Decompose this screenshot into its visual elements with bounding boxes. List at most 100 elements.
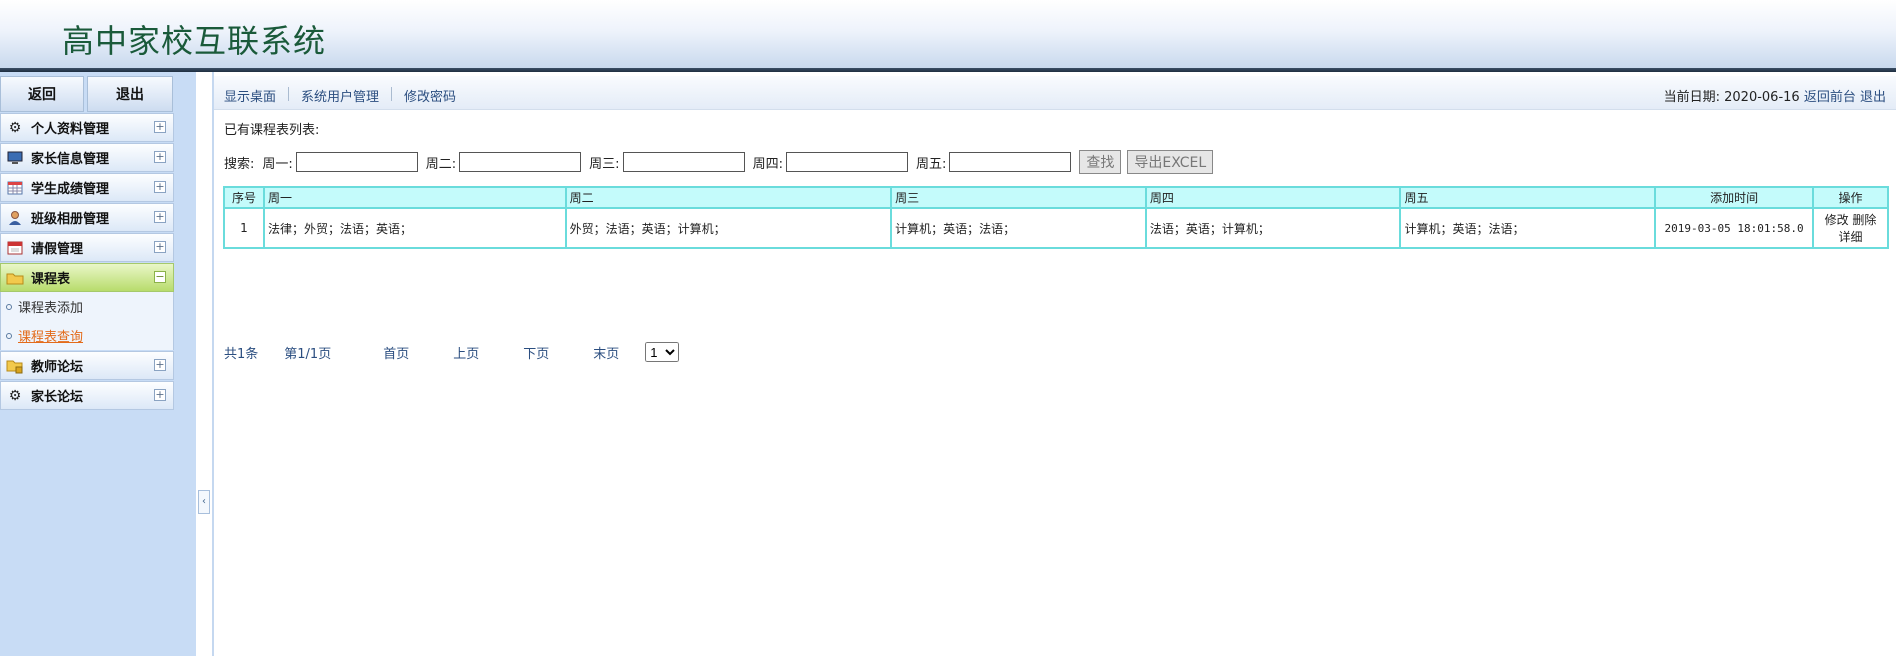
expand-icon[interactable]: +: [154, 151, 166, 163]
folder-lock-icon: [5, 357, 25, 375]
column-header: 操作: [1812, 186, 1889, 209]
column-header: 周三: [890, 186, 1147, 209]
sidebar-item-parent-forum[interactable]: ⚙ 家长论坛 +: [0, 381, 174, 410]
sidebar-collapse-handle[interactable]: ‹: [198, 490, 210, 514]
cell-wednesday: 计算机；英语；法语；: [890, 207, 1147, 249]
prev-page-link[interactable]: 上页: [453, 343, 479, 362]
search-wednesday-input[interactable]: [622, 152, 745, 172]
detail-link[interactable]: 详细: [1839, 230, 1863, 244]
pagination: 共1条 第1/1页 首页 上页 下页 末页 1: [224, 342, 680, 362]
column-header: 周五: [1399, 186, 1657, 209]
sidebar: 返回 退出 ⚙ 个人资料管理 + 家长信息管理 + 学生成绩管理 + 班级相册管…: [0, 72, 196, 656]
cell-actions: 修改 删除 详细: [1812, 207, 1889, 249]
cell-added-time: 2019-03-05 18:01:58.0: [1654, 207, 1815, 249]
search-bar: 搜索: 周一: 周二: 周三: 周四: 周五: 查找 导出EXCEL: [224, 150, 1219, 174]
sidebar-item-label: 家长论坛: [31, 390, 84, 405]
nav-separator: [288, 87, 290, 101]
find-button[interactable]: 查找: [1079, 150, 1122, 174]
calendar-icon: [5, 239, 25, 257]
edit-link[interactable]: 修改: [1825, 213, 1849, 227]
search-tuesday-input[interactable]: [459, 152, 582, 172]
expand-icon[interactable]: +: [154, 181, 166, 193]
sidebar-item-label: 教师论坛: [31, 360, 84, 375]
sub-item-schedule-add[interactable]: 课程表添加: [1, 292, 173, 321]
table-row: 1 法律；外贸；法语；英语； 外贸；法语；英语；计算机； 计算机；英语；法语； …: [223, 207, 1889, 249]
sidebar-item-profile[interactable]: ⚙ 个人资料管理 +: [0, 113, 174, 142]
expand-icon[interactable]: +: [154, 389, 166, 401]
sidebar-item-label: 班级相册管理: [31, 212, 110, 227]
sidebar-item-label: 家长信息管理: [31, 152, 110, 167]
logout-link[interactable]: 退出: [1860, 90, 1886, 105]
total-count: 共1条: [224, 346, 259, 362]
cell-tuesday: 外贸；法语；英语；计算机；: [564, 207, 893, 249]
column-header: 周一: [262, 186, 567, 209]
cell-monday: 法律；外贸；法语；英语；: [262, 207, 567, 249]
sidebar-item-parents[interactable]: 家长信息管理 +: [0, 143, 174, 172]
first-page-link[interactable]: 首页: [383, 343, 409, 362]
schedule-table: 序号 周一 周二 周三 周四 周五 添加时间 操作 1 法律；外贸；法语；英语；…: [223, 186, 1889, 249]
last-page-link[interactable]: 末页: [593, 343, 619, 362]
sidebar-item-label: 学生成绩管理: [31, 182, 110, 197]
sidebar-item-teacher-forum[interactable]: 教师论坛 +: [0, 351, 174, 380]
gear-icon: ⚙: [8, 119, 22, 136]
next-page-link[interactable]: 下页: [523, 343, 549, 362]
expand-icon[interactable]: +: [154, 211, 166, 223]
cell-index: 1: [223, 207, 265, 249]
table-header-row: 序号 周一 周二 周三 周四 周五 添加时间 操作: [223, 186, 1889, 209]
logout-button[interactable]: 退出: [87, 76, 173, 112]
monitor-icon: [5, 149, 25, 167]
search-friday-input[interactable]: [949, 152, 1072, 172]
nav-show-desktop[interactable]: 显示桌面: [224, 86, 276, 105]
back-button[interactable]: 返回: [0, 76, 84, 112]
list-title: 已有课程表列表:: [224, 123, 320, 138]
main-content: 显示桌面 系统用户管理 修改密码 当前日期: 2020-06-16 返回前台 退…: [214, 72, 1896, 656]
calendar-icon: [5, 179, 25, 197]
top-nav: 显示桌面 系统用户管理 修改密码 当前日期: 2020-06-16 返回前台 退…: [214, 76, 1896, 110]
delete-link[interactable]: 删除: [1852, 213, 1876, 227]
sub-item-label[interactable]: 课程表添加: [18, 297, 83, 316]
column-header: 添加时间: [1654, 186, 1815, 209]
gear-icon: ⚙: [8, 387, 22, 404]
expand-icon[interactable]: +: [154, 359, 166, 371]
current-date-label: 当前日期:: [1663, 90, 1725, 105]
column-header: 周四: [1144, 186, 1402, 209]
sub-item-label[interactable]: 课程表查询: [18, 326, 83, 345]
nav-separator: [391, 87, 393, 101]
schedule-submenu: 课程表添加 课程表查询: [0, 292, 174, 350]
page-header: 高中家校互联系统: [0, 0, 1896, 68]
bullet-icon: [6, 332, 12, 339]
search-field-label: 周三:: [589, 156, 620, 172]
search-field-label: 周四:: [752, 156, 783, 172]
sidebar-item-album[interactable]: 班级相册管理 +: [0, 203, 174, 232]
cell-friday: 计算机；英语；法语；: [1399, 207, 1657, 249]
export-excel-button[interactable]: 导出EXCEL: [1127, 150, 1214, 174]
sidebar-item-schedule[interactable]: 课程表 −: [0, 263, 174, 292]
sidebar-item-leave[interactable]: 请假管理 +: [0, 233, 174, 262]
nav-change-password[interactable]: 修改密码: [404, 86, 456, 105]
sidebar-item-label: 个人资料管理: [31, 122, 110, 137]
search-thursday-input[interactable]: [785, 152, 908, 172]
search-field-label: 周一:: [262, 156, 293, 172]
bullet-icon: [6, 303, 12, 310]
app-title: 高中家校互联系统: [62, 22, 327, 60]
nav-user-management[interactable]: 系统用户管理: [301, 86, 379, 105]
page-select[interactable]: 1: [645, 342, 680, 362]
expand-icon[interactable]: +: [154, 121, 166, 133]
sub-item-schedule-query[interactable]: 课程表查询: [1, 321, 173, 350]
column-header: 周二: [564, 186, 893, 209]
search-label: 搜索:: [224, 156, 255, 172]
sidebar-item-label: 请假管理: [31, 242, 84, 257]
search-monday-input[interactable]: [295, 152, 418, 172]
current-date-value: 2020-06-16: [1724, 90, 1800, 105]
column-header: 序号: [223, 186, 265, 209]
back-to-front-link[interactable]: 返回前台: [1804, 90, 1856, 105]
search-field-label: 周二:: [425, 156, 457, 172]
folder-icon: [5, 269, 25, 287]
user-icon: [5, 209, 25, 227]
sidebar-item-grades[interactable]: 学生成绩管理 +: [0, 173, 174, 202]
sidebar-item-label: 课程表: [31, 272, 71, 287]
expand-icon[interactable]: +: [154, 241, 166, 253]
collapse-icon[interactable]: −: [154, 271, 166, 283]
search-field-label: 周五:: [915, 156, 947, 172]
cell-thursday: 法语；英语；计算机；: [1144, 207, 1402, 249]
